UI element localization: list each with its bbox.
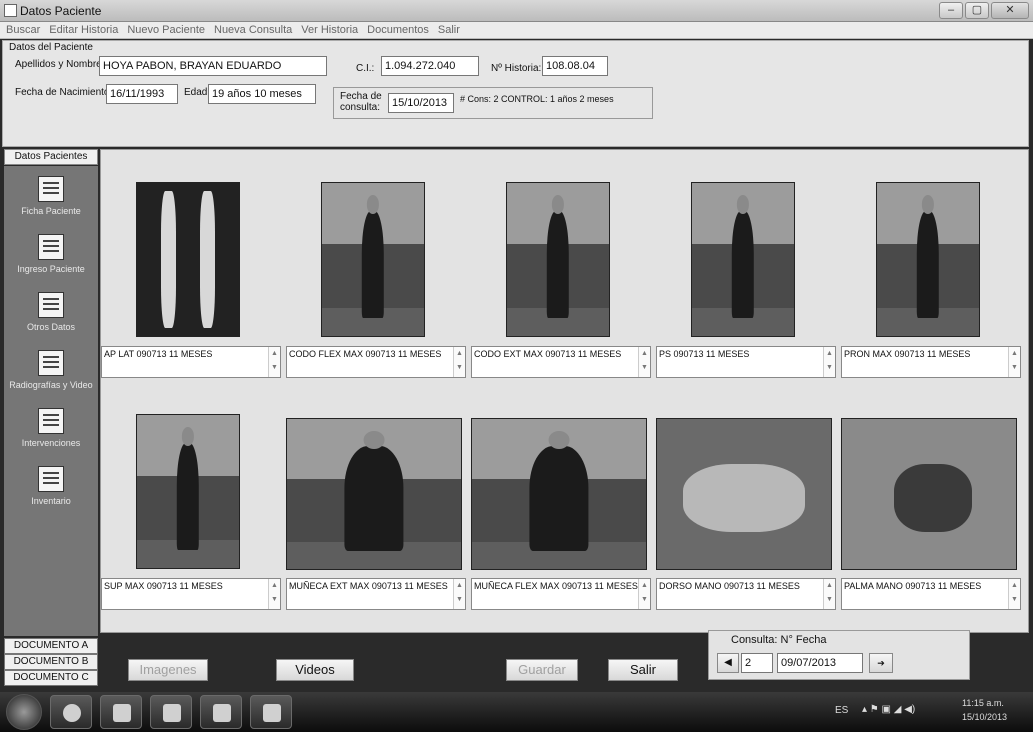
app-icon [4, 4, 17, 17]
app-taskbar-icon[interactable] [150, 695, 192, 729]
documento-c-button[interactable]: DOCUMENTO C [4, 670, 98, 686]
menu-nueva-consulta[interactable]: Nueva Consulta [214, 22, 292, 38]
menu-buscar[interactable]: Buscar [6, 22, 40, 38]
go-consulta-button[interactable]: ➔ [869, 653, 893, 673]
sidebar-header[interactable]: Datos Pacientes [4, 149, 98, 165]
presentation-taskbar-icon[interactable] [250, 695, 292, 729]
name-label: Apellidos y Nombres: [15, 59, 110, 70]
consulta-date-field[interactable]: 09/07/2013 [777, 653, 863, 673]
minimize-button[interactable]: – [939, 2, 963, 19]
documento-b-button[interactable]: DOCUMENTO B [4, 654, 98, 670]
gallery-caption[interactable]: PRON MAX 090713 11 MESES ▲ ▼ [841, 346, 1021, 378]
sidebar-item-inventario[interactable]: Inventario [4, 466, 98, 526]
maximize-button[interactable]: ▢ [965, 2, 989, 19]
gallery-caption[interactable]: MUÑECA EXT MAX 090713 11 MESES ▲ ▼ [286, 578, 466, 610]
consulta-number-field[interactable]: 2 [741, 653, 773, 673]
start-button[interactable] [6, 694, 42, 730]
consult-summary: # Cons: 2 CONTROL: 1 años 2 meses [460, 94, 614, 104]
sidebar-item-label: Otros Datos [26, 322, 75, 332]
gallery-caption[interactable]: AP LAT 090713 11 MESES ▲ ▼ [101, 346, 281, 378]
clock-date[interactable]: 15/10/2013 [962, 712, 1007, 722]
consult-info-box: Fecha de consulta: 15/10/2013 # Cons: 2 … [333, 87, 653, 119]
videos-button[interactable]: Videos [276, 659, 354, 681]
consult-date-label: Fecha de consulta: [340, 91, 382, 113]
close-button[interactable]: ✕ [991, 2, 1029, 19]
ci-label: C.I.: [356, 63, 375, 74]
sidebar-item-label: Intervenciones [21, 438, 81, 448]
gallery-photo-hand[interactable] [656, 418, 832, 570]
gallery-caption[interactable]: MUÑECA FLEX MAX 090713 11 MESES ▲ ▼ [471, 578, 651, 610]
sidebar-item-label: Inventario [31, 496, 71, 506]
window-titlebar: Datos Paciente – ▢ ✕ [0, 0, 1033, 22]
imagenes-button[interactable]: Imagenes [128, 659, 208, 681]
name-field[interactable]: HOYA PABON, BRAYAN EDUARDO [99, 56, 327, 76]
consulta-navigator: Consulta: N° Fecha ◀ 2 09/07/2013 ➔ [708, 630, 970, 680]
arrow-left-icon: ◀ [724, 657, 732, 668]
sidebar-nav: Ficha Paciente Ingreso Paciente Otros Da… [4, 166, 98, 636]
gallery-photo[interactable] [321, 182, 425, 337]
gallery-photo[interactable] [876, 182, 980, 337]
window-controls: – ▢ ✕ [939, 2, 1029, 19]
gallery-photo[interactable] [136, 414, 240, 569]
patient-file-icon [38, 176, 64, 202]
xray-video-icon [38, 350, 64, 376]
windows-taskbar: ES ▴ ⚑ ▣ ◢ ◀) 11:15 a.m. 15/10/2013 [0, 692, 1033, 732]
gallery-photo-hand[interactable] [841, 418, 1017, 570]
gallery-caption[interactable]: PALMA MANO 090713 11 MESES ▲ ▼ [841, 578, 1021, 610]
file-explorer-taskbar-icon[interactable] [100, 695, 142, 729]
browser-taskbar-icon[interactable] [50, 695, 92, 729]
guardar-button[interactable]: Guardar [506, 659, 578, 681]
gallery-caption[interactable]: PS 090713 11 MESES ▲ ▼ [656, 346, 836, 378]
menu-salir[interactable]: Salir [438, 22, 460, 38]
arrow-right-icon: ➔ [877, 658, 885, 668]
consult-date-field[interactable]: 15/10/2013 [388, 93, 454, 113]
patient-panel-legend: Datos del Paciente [9, 42, 93, 53]
patient-data-panel: Datos del Paciente Apellidos y Nombres: … [2, 40, 1029, 147]
gallery-photo-xray[interactable] [136, 182, 240, 337]
gallery-photo[interactable] [506, 182, 610, 337]
gallery-photo[interactable] [471, 418, 647, 570]
birth-label: Fecha de Nacimiento: [15, 87, 113, 98]
sidebar-item-label: Radiografías y Video [9, 380, 93, 390]
sidebar-item-label: Ficha Paciente [21, 206, 81, 216]
document-taskbar-icon[interactable] [200, 695, 242, 729]
birth-field[interactable]: 16/11/1993 [106, 84, 178, 104]
previous-consulta-button[interactable]: ◀ [717, 653, 739, 673]
menu-bar: Buscar Editar Historia Nuevo Paciente Nu… [0, 22, 1033, 39]
language-indicator[interactable]: ES [835, 705, 848, 716]
menu-documentos[interactable]: Documentos [367, 22, 429, 38]
inventory-icon [38, 466, 64, 492]
tray-icons[interactable]: ▴ ⚑ ▣ ◢ ◀) [862, 704, 915, 715]
gallery-caption[interactable]: DORSO MANO 090713 11 MESES ▲ ▼ [656, 578, 836, 610]
age-field[interactable]: 19 años 10 meses [208, 84, 316, 104]
historia-field[interactable]: 108.08.04 [542, 56, 608, 76]
age-label: Edad: [184, 87, 211, 98]
salir-button[interactable]: Salir [608, 659, 678, 681]
gallery-caption[interactable]: CODO EXT MAX 090713 11 MESES ▲ ▼ [471, 346, 651, 378]
ci-field[interactable]: 1.094.272.040 [381, 56, 479, 76]
window-title: Datos Paciente [20, 4, 102, 18]
sidebar-item-ingreso-paciente[interactable]: Ingreso Paciente [4, 234, 98, 294]
gallery-caption[interactable]: SUP MAX 090713 11 MESES ▲ ▼ [101, 578, 281, 610]
interventions-icon [38, 408, 64, 434]
sidebar-item-radiografias-video[interactable]: Radiografías y Video [4, 350, 98, 410]
sidebar-item-ficha-paciente[interactable]: Ficha Paciente [4, 176, 98, 236]
sidebar-item-otros-datos[interactable]: Otros Datos [4, 292, 98, 352]
patient-admission-icon [38, 234, 64, 260]
documento-a-button[interactable]: DOCUMENTO A [4, 638, 98, 654]
gallery-photo[interactable] [691, 182, 795, 337]
menu-editar-historia[interactable]: Editar Historia [49, 22, 118, 38]
clock-time[interactable]: 11:15 a.m. [962, 698, 1004, 708]
gallery-photo[interactable] [286, 418, 462, 570]
menu-nuevo-paciente[interactable]: Nuevo Paciente [127, 22, 205, 38]
gallery-caption[interactable]: CODO FLEX MAX 090713 11 MESES ▲ ▼ [286, 346, 466, 378]
consulta-label: Consulta: N° Fecha [731, 634, 827, 646]
other-data-icon [38, 292, 64, 318]
photo-gallery: AP LAT 090713 11 MESES ▲ ▼ CODO FLEX MAX 0… [100, 149, 1029, 633]
historia-label: Nº Historia: [491, 63, 542, 74]
menu-ver-historia[interactable]: Ver Historia [301, 22, 358, 38]
sidebar-item-label: Ingreso Paciente [17, 264, 85, 274]
sidebar-item-intervenciones[interactable]: Intervenciones [4, 408, 98, 468]
